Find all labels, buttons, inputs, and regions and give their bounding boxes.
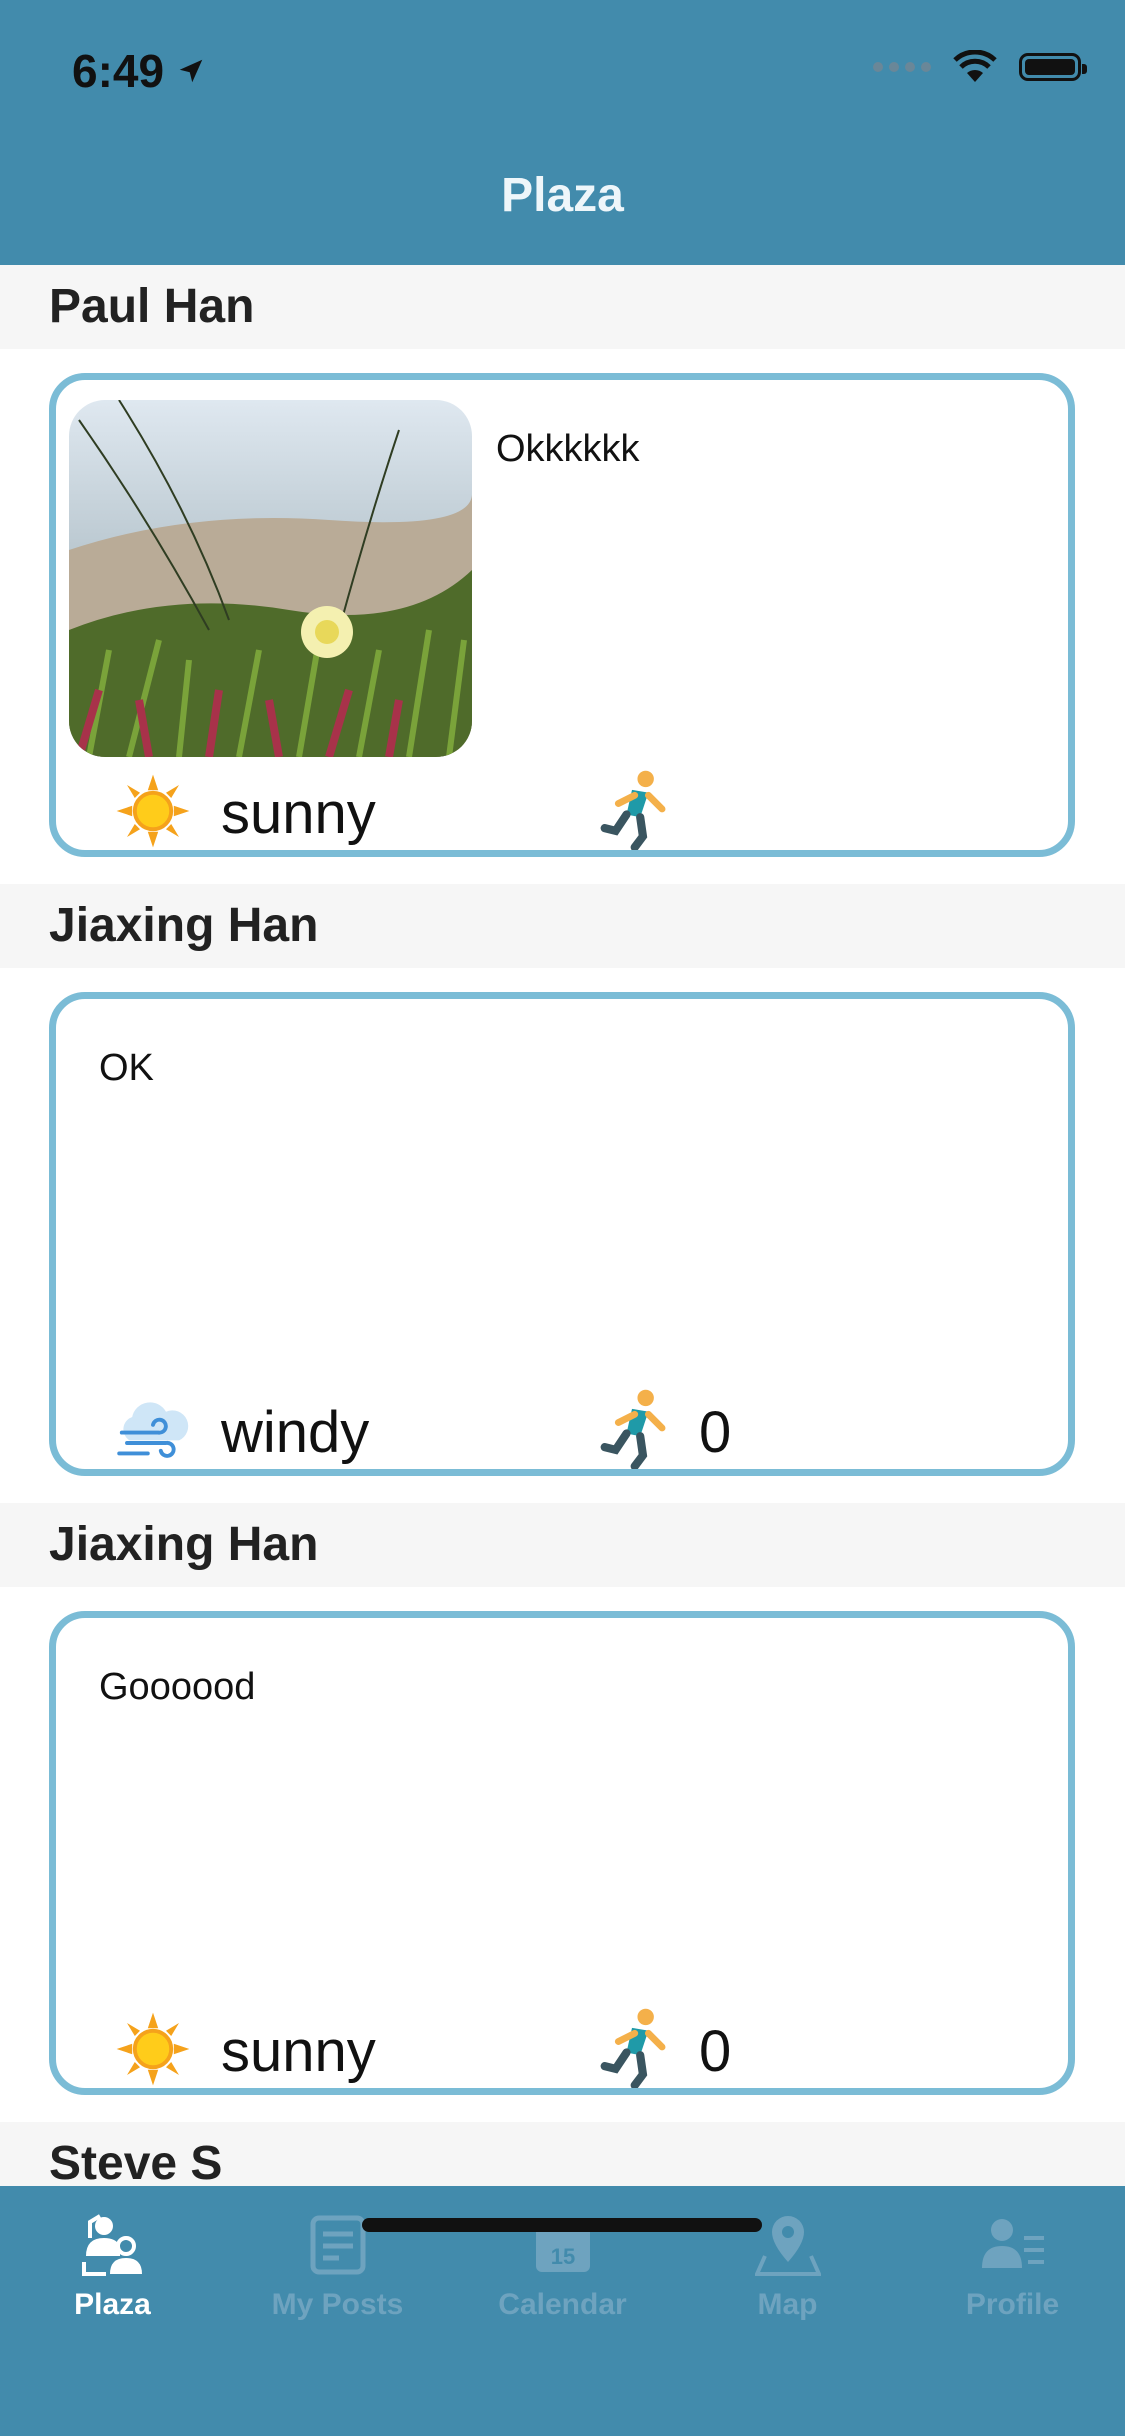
plaza-icon (81, 2214, 142, 2276)
tab-label: Plaza (74, 2288, 151, 2321)
signal-icon (873, 62, 931, 72)
tab-profile[interactable]: Profile (900, 2212, 1125, 2322)
home-indicator[interactable] (362, 2218, 762, 2232)
posts-icon (310, 2215, 365, 2275)
status-indicators (873, 50, 1087, 84)
post-author-name: Steve S (49, 2137, 223, 2190)
status-time-text: 6:49 (72, 45, 165, 97)
location-arrow-icon (179, 59, 203, 83)
page-title: Plaza (501, 169, 624, 222)
activity-count: 0 (699, 2019, 732, 2084)
tab-label: Profile (965, 2288, 1060, 2321)
post-author-name: Paul Han (49, 280, 255, 333)
post-author-header: Jiaxing Han (0, 1503, 1125, 1587)
navigation-header: 6:49 Plaza (0, 0, 1125, 265)
post-author-name: Jiaxing Han (49, 899, 319, 952)
activity-count: 0 (699, 1400, 732, 1465)
wifi-icon (953, 50, 997, 82)
map-pin-icon (754, 2216, 821, 2276)
battery-icon (1019, 53, 1087, 81)
post-card[interactable]: Goooood sunny 0 (49, 1611, 1075, 2095)
profile-icon (981, 2219, 1044, 2268)
post-card[interactable]: Okkkkkk sunny (49, 373, 1075, 857)
tab-label: Map (757, 2288, 818, 2321)
sun-icon (116, 774, 190, 848)
post-text: Goooood (99, 1666, 256, 1708)
status-time: 6:49 (72, 44, 206, 98)
post-author-header: Jiaxing Han (0, 884, 1125, 968)
runner-icon (600, 2008, 666, 2088)
weather-label: windy (221, 1400, 370, 1465)
post-author-header: Paul Han (0, 265, 1125, 349)
post-card[interactable]: OK windy 0 (49, 992, 1075, 1476)
sun-icon (116, 2012, 190, 2086)
post-text: OK (99, 1047, 154, 1089)
post-photo[interactable] (69, 400, 472, 757)
runner-icon (600, 1389, 666, 1469)
post-author-name: Jiaxing Han (49, 1518, 319, 1571)
weather-label: sunny (221, 781, 376, 846)
runner-icon (600, 770, 666, 850)
post-text: Okkkkkk (496, 428, 640, 470)
calendar-day-number: 15 (550, 2244, 574, 2269)
tab-plaza[interactable]: Plaza (0, 2212, 225, 2322)
wind-cloud-icon (117, 1402, 189, 1458)
tab-label: My Posts (271, 2288, 404, 2321)
tab-label: Calendar (498, 2288, 627, 2321)
weather-label: sunny (221, 2019, 376, 2084)
